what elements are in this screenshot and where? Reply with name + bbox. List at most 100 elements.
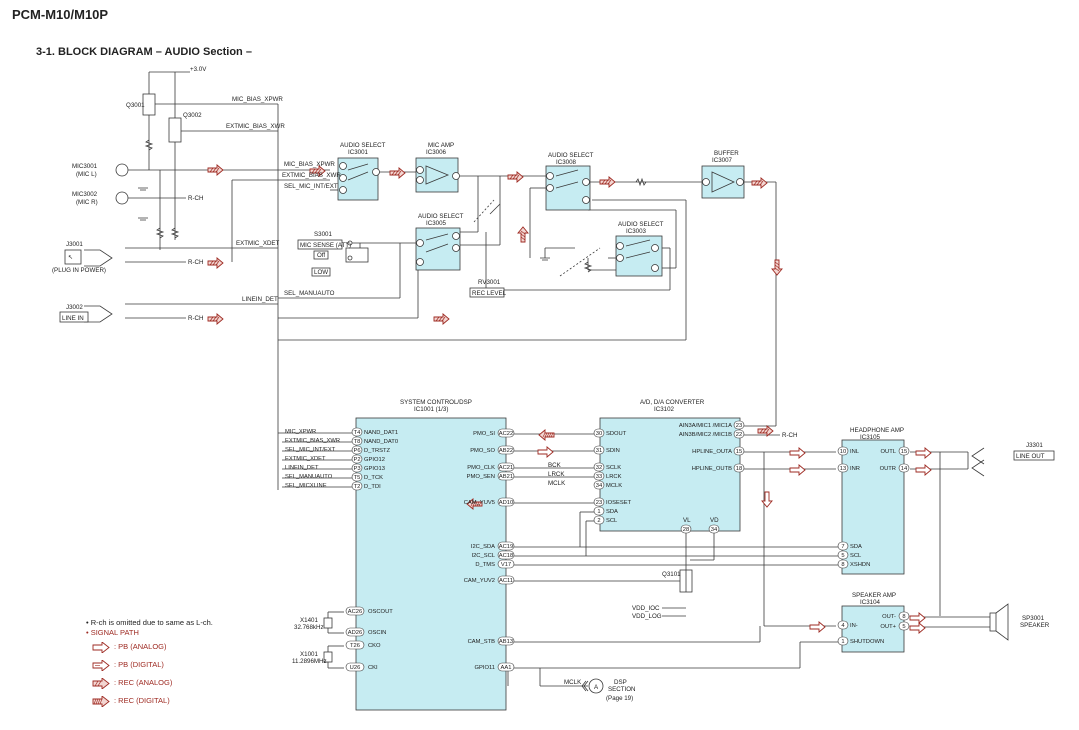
vdd-log-label: VDD_LOG (632, 613, 662, 620)
q3001-label: Q3001 (126, 102, 145, 109)
ic1001-left-pin-1: T8 (354, 439, 361, 445)
ic1001-right-name-7: D_TMS (475, 562, 495, 568)
ic1001-left-net-3: EXTMIC_XDET (285, 456, 326, 462)
ic3003-title: AUDIO SELECT (618, 221, 664, 228)
net-rch3: R-CH (188, 315, 203, 322)
ic3102-left-pin-3: 33 (596, 474, 602, 480)
sense-off-label: Off (317, 252, 325, 259)
ic3007-title: BUFFER (714, 150, 739, 157)
ic1001-left-pin-6: T2 (354, 484, 361, 490)
dsp-section-b: SECTION (608, 686, 636, 693)
ic1001-osc-pin-3: U26 (350, 665, 361, 671)
ic3102-bottom-pin-1: 34 (711, 527, 718, 533)
net-rch1: R-CH (188, 195, 203, 202)
ic3104-left-pin-1: 1 (841, 639, 844, 645)
ic1001-left-name-4: GPIO13 (364, 466, 385, 472)
ic1001-right-name-2: PMO_CLK (467, 465, 495, 471)
ic3104-right-name-1: OUT+ (880, 624, 896, 630)
pb-analog-arrow-icon (92, 642, 110, 653)
ic1001-right-name-1: PMO_SO (470, 448, 495, 454)
ic1001-osc-pin-0: AC26 (348, 609, 363, 615)
ic1001-right-pin-4: AD10 (499, 500, 514, 506)
ic1001-right-pin-7: V17 (501, 562, 511, 568)
mic-sense-label: MIC SENSE (ATT) (300, 242, 351, 249)
net-mic-bias: MIC_BIAS_XPWR (232, 96, 283, 103)
net-sel-mic: SEL_MIC_INT/EXT (284, 183, 338, 190)
rec-digital-arrow-icon (92, 696, 110, 707)
ic1001-title: SYSTEM CONTROL/DSP (400, 399, 472, 406)
net-sel-manu: SEL_MANUAUTO (284, 290, 335, 297)
sp3001-label-b: SPEAKER (1020, 622, 1050, 629)
ic3102-right-name-1: AIN3B/MIC2 /MIC1B (679, 432, 732, 438)
ic1001-right-pin-10: AA1 (501, 665, 512, 671)
ic3104-right-pin-1: 5 (902, 624, 905, 630)
ic3102-ref: IC3102 (654, 406, 675, 413)
net-vd: VD (710, 517, 719, 524)
ic3102-left-name-5: IOSESET (606, 500, 632, 506)
ic1001-right-pin-0: AC22 (499, 431, 514, 437)
ic3102-left-pin-7: 2 (597, 518, 600, 524)
ic1001-right-name-0: PMO_SI (473, 431, 495, 437)
ic1001-right-name-4: CAM_YUV5 (464, 500, 495, 506)
ic1001-right-pin-6: AC18 (499, 553, 514, 559)
ic3105-left-name-0: INL (850, 449, 860, 455)
mclk-label: MCLK (564, 679, 582, 686)
j3002-label: J3002 (66, 304, 83, 311)
ic1001-right-pin-2: AC21 (499, 465, 514, 471)
j3001-label-b: (PLUG IN POWER) (52, 267, 106, 274)
ic3007-ref: IC3007 (712, 157, 733, 164)
ic3102-left-pin-5: 23 (596, 500, 602, 506)
ic3105-title: HEADPHONE AMP (850, 427, 904, 434)
ic3005-title: AUDIO SELECT (418, 213, 464, 220)
ic3105-left-pin-1: 13 (840, 466, 846, 472)
net-extmic-bias-2: EXTMIC_BIAS_XWR (282, 172, 341, 179)
ic1001-left-net-4: LINEIN_DET (285, 465, 319, 471)
legend: • R-ch is omitted due to same as L-ch. •… (86, 618, 213, 710)
s3001-label: S3001 (314, 231, 332, 238)
j3001-label-a: J3001 (66, 241, 83, 248)
ic3008-ref: IC3008 (556, 159, 577, 166)
net-extmic-bias: EXTMIC_BIAS_XWR (226, 123, 285, 130)
ic3105-left-name-1: INR (850, 466, 860, 472)
ic3006-title: MIC AMP (428, 142, 454, 149)
ic3105-right-name-0: OUTL (881, 449, 897, 455)
j3301-label: J3301 (1026, 442, 1043, 449)
ic3105-left-name-3: SCL (850, 553, 862, 559)
q3002-label: Q3002 (183, 112, 202, 119)
net-mic-bias-2: MIC_BIAS_XPWR (284, 161, 335, 168)
q3101-label: Q3101 (662, 571, 681, 578)
ic3104-left-name-0: IN- (850, 623, 858, 629)
ic1001-ref: IC1001 (1/3) (414, 406, 448, 413)
ic1001-left-pin-4: P3 (353, 466, 360, 472)
ic3102-left-name-2: SCLK (606, 465, 621, 471)
rv3001-label: RV3001 (478, 279, 501, 286)
ic3102-left-pin-0: 30 (596, 431, 602, 437)
ic1001-left-net-0: MIC_XPWR (285, 429, 316, 435)
ic3008-title: AUDIO SELECT (548, 152, 594, 159)
ic1001-left-pin-0: T4 (354, 430, 362, 436)
ic3006-ref: IC3006 (426, 149, 447, 156)
ic1001-right-name-8: CAM_YUV2 (464, 578, 495, 584)
ic3105-right-pin-0: 15 (901, 449, 907, 455)
ic1001-left-name-5: D_TCK (364, 475, 383, 481)
ic1001-osc-pin-1: AD26 (348, 630, 363, 636)
net-extmic-xdet: EXTMIC_XDET (236, 240, 280, 247)
ic3102-left-pin-2: 32 (596, 465, 602, 471)
ic3102-left-name-3: LRCK (606, 474, 622, 480)
rec-level-label: REC LEVEL (472, 290, 507, 297)
ic3105-left-pin-0: 10 (840, 449, 846, 455)
x1001-label-b: 11.2896MHz (292, 658, 327, 665)
ic1001-osc-name-3: CKI (368, 665, 378, 671)
ic1001-left-net-1: EXTMIC_BIAS_XWR (285, 438, 340, 444)
dsp-section-a: DSP (614, 679, 627, 686)
ic3102-left-pin-4: 34 (596, 483, 603, 489)
ic3105-left-name-4: XSHDN (850, 562, 870, 568)
ic3102-left-name-7: SCL (606, 518, 618, 524)
j3001-icon-label: ↖ (68, 254, 73, 261)
legend-pb-analog: : PB (ANALOG) (88, 638, 213, 656)
ic1001-left-name-3: GPIO12 (364, 457, 385, 463)
mic2-label-b: (MIC R) (76, 199, 98, 206)
ic1001-left-pin-2: P6 (353, 448, 360, 454)
pb-digital-arrow-icon (92, 660, 110, 671)
ic3102-right-pin-1: 22 (736, 432, 742, 438)
